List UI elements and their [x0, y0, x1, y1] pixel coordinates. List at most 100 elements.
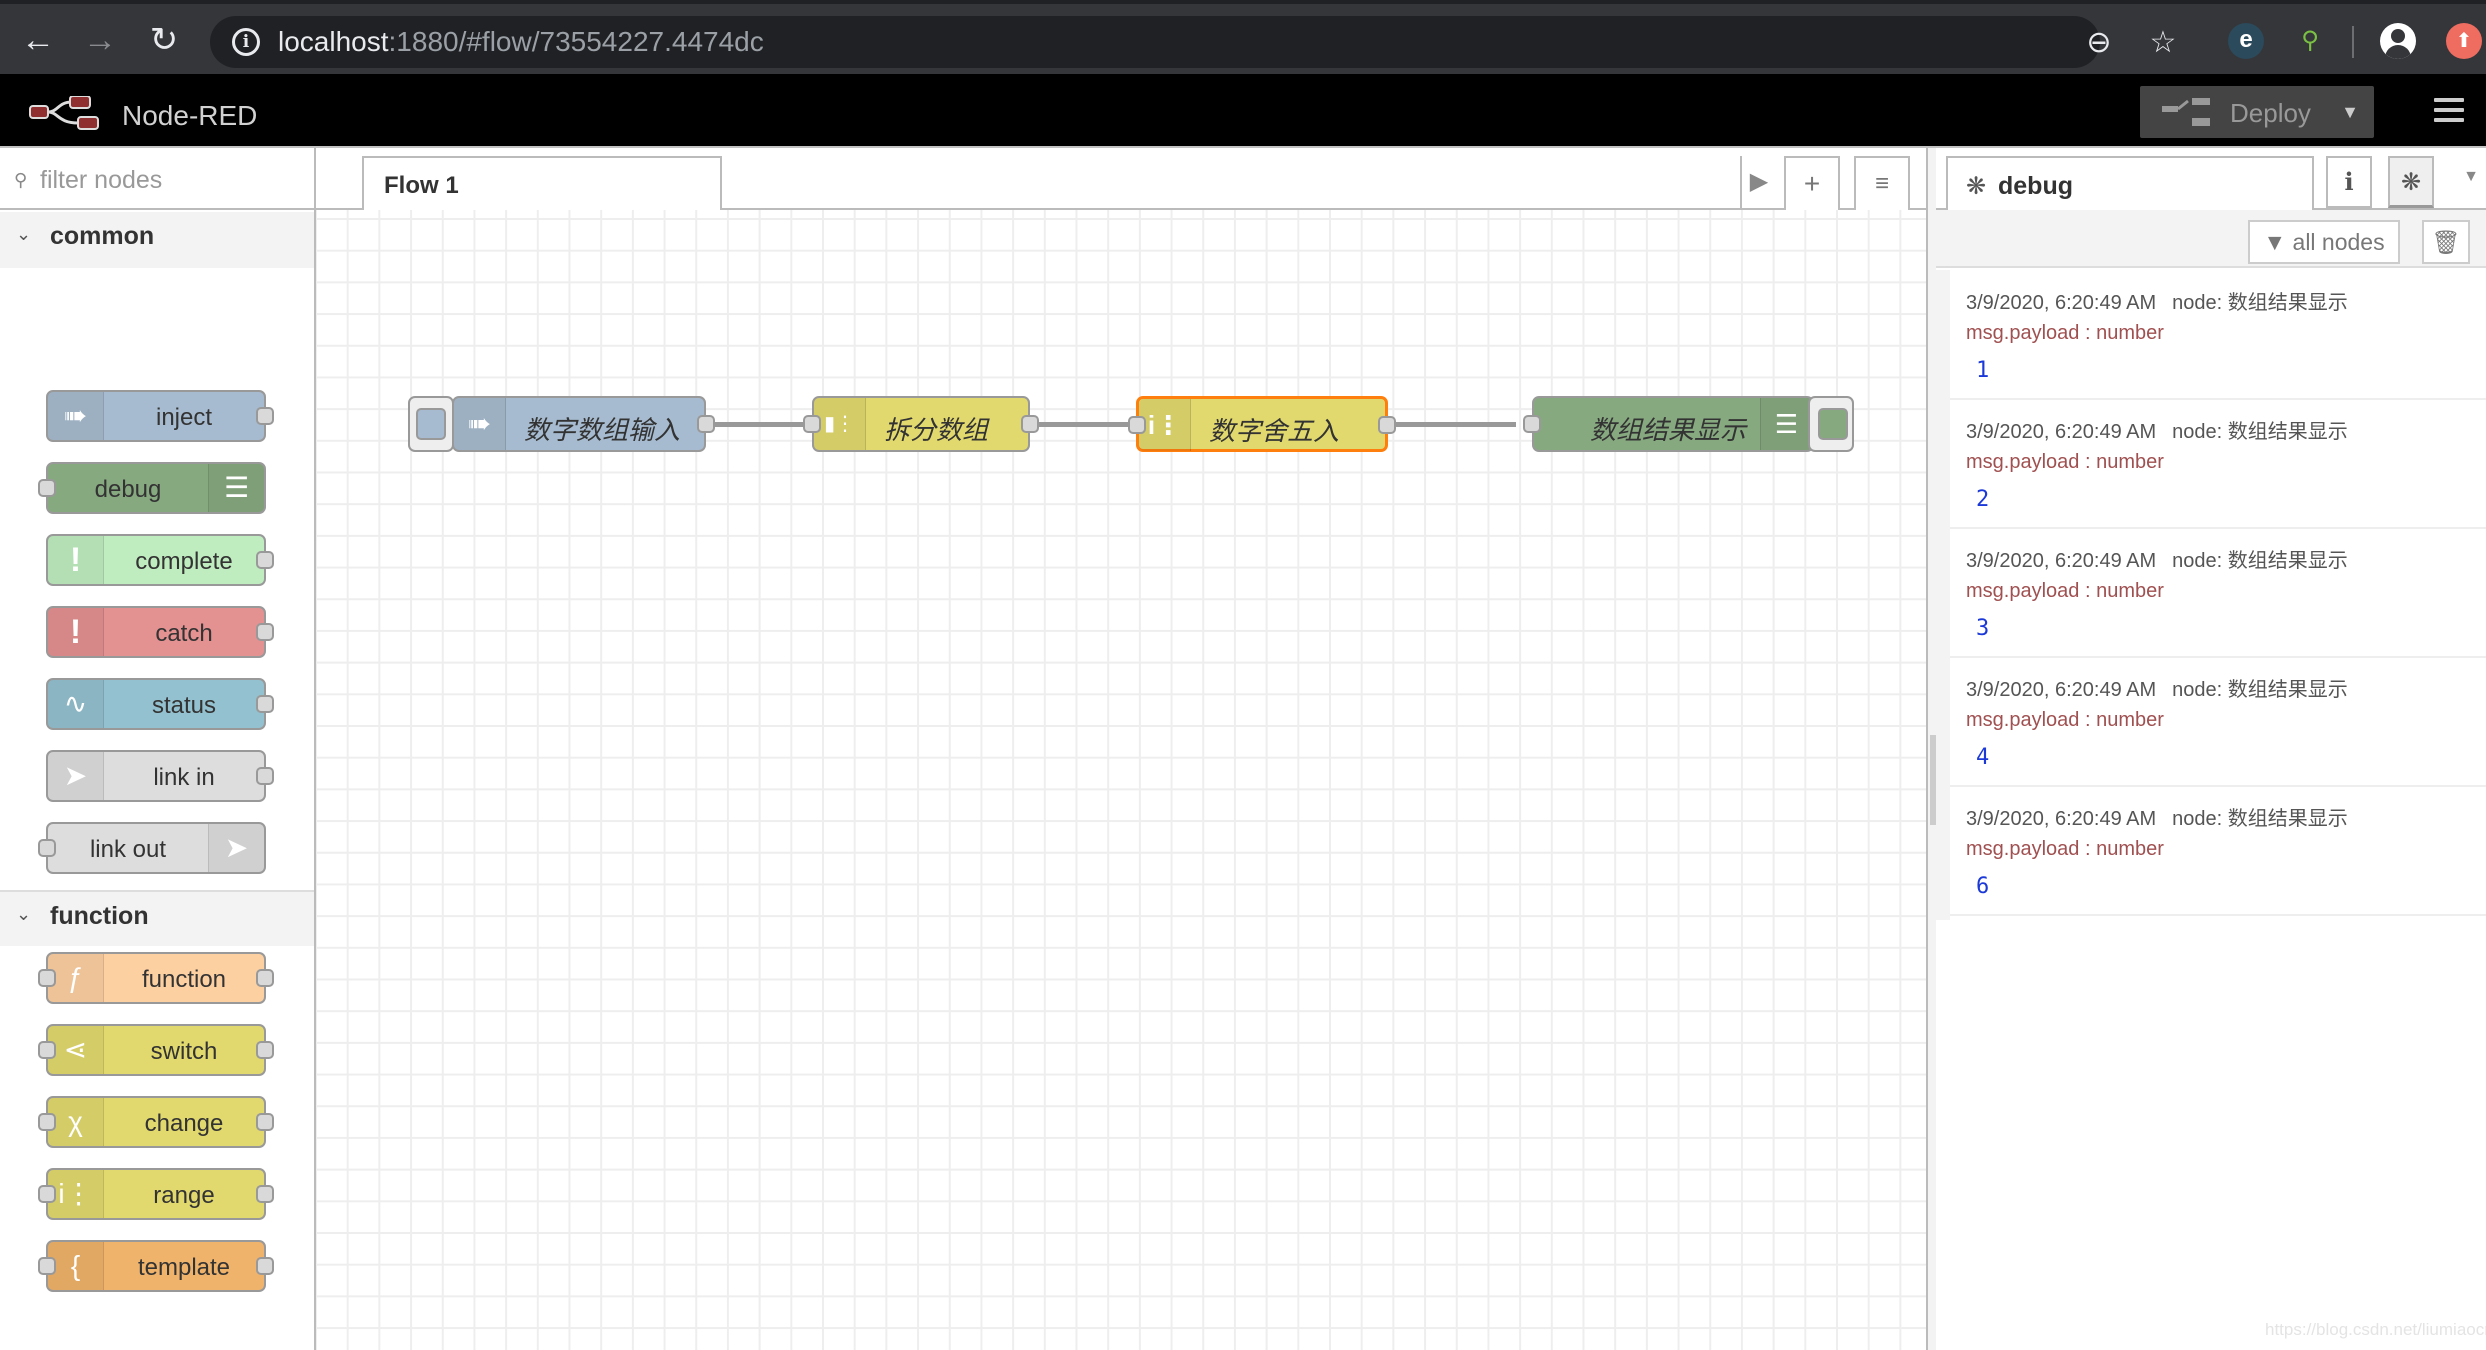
- info-tab-button[interactable]: i: [2326, 156, 2372, 208]
- address-bar[interactable]: i localhost:1880/#flow/73554227.4474dc ⊖…: [210, 16, 2176, 68]
- message-payload-type: msg.payload : number: [1966, 451, 2164, 473]
- palette-node-link-in[interactable]: ➤ link in: [46, 750, 274, 802]
- palette-node-link-out[interactable]: ➤ link out: [38, 822, 266, 874]
- tab-label: debug: [1998, 172, 2073, 200]
- filter-nodes-input[interactable]: ⚲ filter nodes: [0, 148, 314, 210]
- input-port: [38, 479, 56, 497]
- function-icon: ƒ: [48, 954, 104, 1002]
- palette-node-template[interactable]: {template: [38, 1240, 274, 1292]
- tab-debug[interactable]: ❋ debug: [1946, 156, 2314, 212]
- palette-node-function[interactable]: ƒ function: [38, 952, 274, 1004]
- message-meta: 3/9/2020, 6:20:49 AM node: 数组结果显示: [1966, 673, 2348, 702]
- star-icon[interactable]: ☆: [2146, 26, 2180, 60]
- debug-message[interactable]: 3/9/2020, 6:20:49 AM node: 数组结果显示 msg.payl…: [1950, 272, 2486, 400]
- workspace: Flow 1 ▶ + ≡ ➠ 数字数组输入 ▮⋮ 拆分数组 i⋮ 数字舍五入 数…: [316, 148, 1926, 1350]
- debug-tab-bug-icon[interactable]: ❋: [2388, 156, 2434, 208]
- palette-node-label: link out: [89, 836, 167, 863]
- palette-node-label: range: [153, 1182, 215, 1209]
- message-timestamp: 3/9/2020, 6:20:49 AM: [1966, 679, 2157, 701]
- tab-label: Flow 1: [384, 172, 459, 199]
- clear-messages-trash-icon[interactable]: 🗑: [2422, 220, 2470, 264]
- category-header-common[interactable]: ⌄ common: [0, 212, 314, 268]
- debug-message-list: 3/9/2020, 6:20:49 AM node: 数组结果显示 msg.payl…: [1936, 270, 2486, 1350]
- flow-node-split[interactable]: ▮⋮ 拆分数组: [803, 396, 1039, 452]
- reload-icon[interactable]: ↻: [142, 18, 186, 62]
- shuffle-icon: χ: [48, 1098, 104, 1146]
- debug-message[interactable]: 3/9/2020, 6:20:49 AM node: 数组结果显示 msg.payl…: [1950, 788, 2486, 916]
- output-port[interactable]: [697, 415, 715, 433]
- palette-node-range[interactable]: i⋮ range: [38, 1168, 274, 1220]
- wire[interactable]: [1386, 422, 1516, 427]
- wire[interactable]: [708, 422, 818, 427]
- output-port[interactable]: [1378, 416, 1396, 434]
- message-payload-value: 2: [1976, 487, 1990, 512]
- debug-message[interactable]: 3/9/2020, 6:20:49 AM node: 数组结果显示 msg.payl…: [1950, 401, 2486, 529]
- palette-node-status[interactable]: ∿ status: [46, 678, 274, 730]
- message-payload-value: 4: [1976, 745, 1990, 770]
- info-icon[interactable]: i: [232, 28, 260, 56]
- debug-toggle-button[interactable]: [1808, 396, 1854, 452]
- exclamation-icon: !: [48, 608, 104, 656]
- input-port: [38, 1257, 56, 1275]
- palette-node-inject[interactable]: ➠ inject: [46, 390, 274, 442]
- profile-icon[interactable]: [2380, 23, 2416, 59]
- extension-e-icon[interactable]: e: [2228, 23, 2264, 59]
- tab-scroll-right-icon[interactable]: ▶: [1740, 156, 1776, 210]
- sidebar-menu-caret-icon[interactable]: ▼: [2456, 168, 2486, 186]
- wire[interactable]: [1031, 422, 1141, 427]
- palette-node-catch[interactable]: ! catch: [46, 606, 274, 658]
- message-source-node[interactable]: node: 数组结果显示: [2172, 292, 2348, 314]
- flow-canvas[interactable]: ➠ 数字数组输入 ▮⋮ 拆分数组 i⋮ 数字舍五入 数组结果显示 ☰: [316, 210, 1926, 1350]
- palette-node-debug[interactable]: ☰ debug: [38, 462, 266, 514]
- palette-node-switch[interactable]: ⋖ switch: [38, 1024, 274, 1076]
- list-icon: ☰: [1760, 398, 1812, 450]
- filter-all-nodes-button[interactable]: ▼ all nodes: [2248, 220, 2400, 264]
- output-port[interactable]: [1021, 415, 1039, 433]
- flow-node-range[interactable]: i⋮ 数字舍五入: [1128, 396, 1396, 452]
- app-header: Node-RED Deploy ▼: [0, 74, 2486, 148]
- main-menu-hamburger-icon[interactable]: [2434, 98, 2464, 124]
- link-in-icon: ➤: [48, 752, 104, 800]
- inject-trigger-button[interactable]: [408, 396, 454, 452]
- extension-lens-icon[interactable]: ⚲: [2292, 23, 2328, 59]
- output-port: [256, 623, 274, 641]
- deploy-button[interactable]: Deploy ▼: [2140, 86, 2374, 138]
- category-header-function[interactable]: ⌄ function: [0, 890, 314, 946]
- flow-node-label: 拆分数组: [884, 415, 989, 445]
- palette-node-change[interactable]: χ change: [38, 1096, 274, 1148]
- flow-node-inject[interactable]: ➠ 数字数组输入: [452, 396, 715, 452]
- palette-node-label: function: [141, 966, 227, 993]
- forward-arrow-icon[interactable]: →: [78, 18, 122, 62]
- chevron-down-icon: ⌄: [16, 904, 32, 924]
- add-flow-button[interactable]: +: [1784, 156, 1840, 210]
- flow-node-debug[interactable]: 数组结果显示 ☰: [1523, 396, 1814, 452]
- input-port[interactable]: [1523, 415, 1541, 433]
- back-arrow-icon[interactable]: ←: [16, 18, 60, 62]
- message-source-node[interactable]: node: 数组结果显示: [2172, 679, 2348, 701]
- deploy-dropdown-caret-icon[interactable]: ▼: [2326, 86, 2374, 138]
- message-source-node[interactable]: node: 数组结果显示: [2172, 808, 2348, 830]
- input-port[interactable]: [1128, 416, 1146, 434]
- chevron-down-icon: ⌄: [16, 224, 32, 244]
- message-payload-type: msg.payload : number: [1966, 709, 2164, 731]
- list-flows-button[interactable]: ≡: [1854, 156, 1910, 210]
- input-port[interactable]: [803, 415, 821, 433]
- message-source-node[interactable]: node: 数组结果显示: [2172, 421, 2348, 443]
- url-text[interactable]: localhost:1880/#flow/73554227.4474dc: [278, 26, 764, 58]
- flow-node-label: 数字数组输入: [524, 415, 681, 445]
- category-label: common: [50, 222, 155, 250]
- tab-flow-1[interactable]: Flow 1: [362, 156, 722, 212]
- message-meta: 3/9/2020, 6:20:49 AM node: 数组结果显示: [1966, 415, 2348, 444]
- search-icon: ⚲: [14, 170, 28, 190]
- range-icon: i⋮: [48, 1170, 104, 1218]
- debug-message[interactable]: 3/9/2020, 6:20:49 AM node: 数组结果显示 msg.payl…: [1950, 659, 2486, 787]
- output-port: [256, 1257, 274, 1275]
- palette-node-complete[interactable]: ! complete: [46, 534, 274, 586]
- filter-funnel-icon: ▼: [2263, 229, 2287, 255]
- update-icon[interactable]: ⬆: [2446, 23, 2482, 59]
- debug-message[interactable]: 3/9/2020, 6:20:49 AM node: 数组结果显示 msg.payl…: [1950, 530, 2486, 658]
- message-source-node[interactable]: node: 数组结果显示: [2172, 550, 2348, 572]
- flow-node-label: 数字舍五入: [1209, 416, 1340, 446]
- arrow-right-icon: ➠: [48, 392, 104, 440]
- zoom-out-icon[interactable]: ⊖: [2082, 26, 2116, 60]
